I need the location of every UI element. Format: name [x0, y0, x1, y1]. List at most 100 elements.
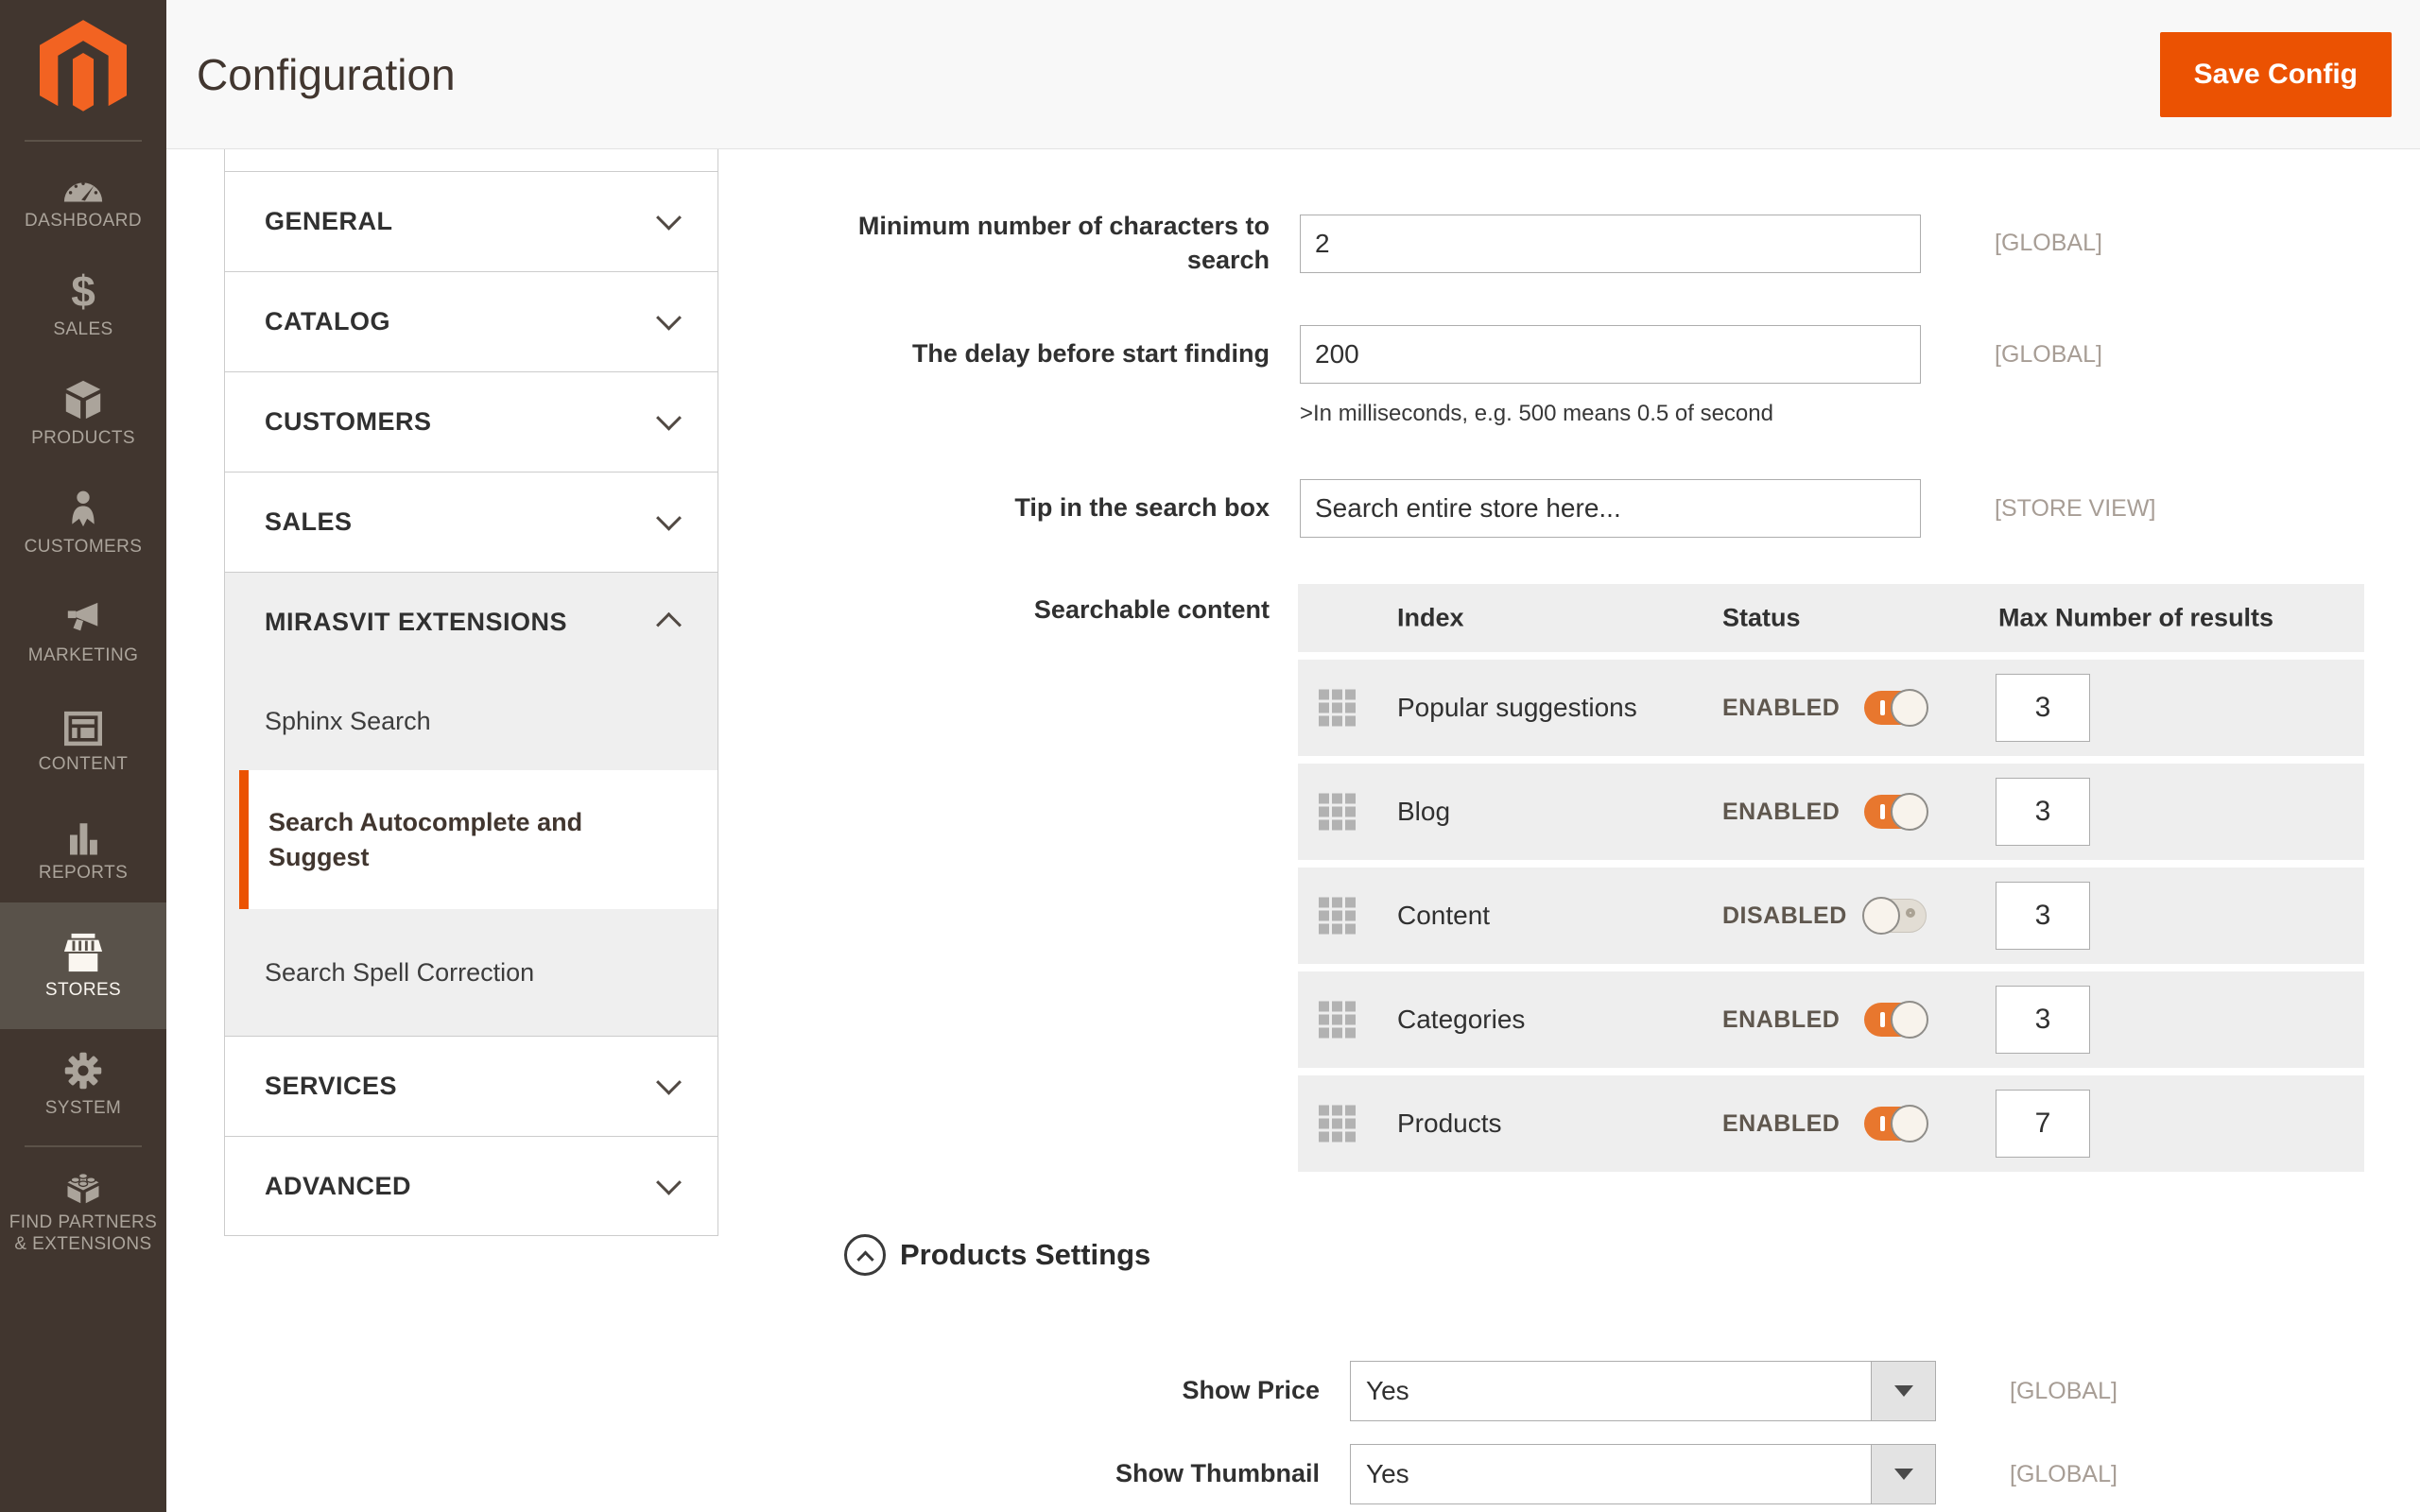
- scope-badge: [STORE VIEW]: [1995, 495, 2155, 523]
- max-results-input[interactable]: [1996, 674, 2090, 742]
- config-section-nav: GENERAL CATALOG CUSTOMERS SALES MIRASVIT…: [224, 149, 718, 1236]
- sidebar-item-marketing[interactable]: MARKETING: [0, 576, 166, 685]
- show-price-select[interactable]: Yes: [1350, 1361, 1936, 1421]
- system-icon: [62, 1048, 104, 1091]
- field-label: The delay before start finding: [822, 337, 1270, 371]
- sidebar-item-reports[interactable]: REPORTS: [0, 794, 166, 902]
- drag-handle-icon[interactable]: [1319, 1002, 1356, 1039]
- show-thumbnail-select[interactable]: Yes: [1350, 1444, 1936, 1504]
- drag-handle-icon[interactable]: [1319, 794, 1356, 831]
- section-title: Products Settings: [900, 1238, 1150, 1272]
- form-row-min-characters: Minimum number of characters to search […: [822, 210, 2102, 277]
- sidebar-item-label: SALES: [53, 319, 112, 341]
- table-row-popular-suggestions: Popular suggestions ENABLED: [1298, 660, 2364, 756]
- sidebar-item-products[interactable]: PRODUCTS: [0, 359, 166, 468]
- max-results-input[interactable]: [1996, 882, 2090, 950]
- status-toggle[interactable]: [1864, 795, 1927, 829]
- sidebar-item-label: MARKETING: [28, 645, 139, 667]
- drag-handle-icon[interactable]: [1319, 690, 1356, 727]
- status-text: ENABLED: [1722, 1110, 1847, 1138]
- selected-value: Yes: [1366, 1376, 1409, 1406]
- status-toggle[interactable]: [1864, 691, 1927, 725]
- field-label: Tip in the search box: [822, 491, 1270, 525]
- status-toggle[interactable]: [1864, 1107, 1927, 1141]
- column-header-index: Index: [1397, 604, 1464, 633]
- sidebar-item-find-partners[interactable]: FIND PARTNERS & EXTENSIONS: [0, 1155, 166, 1263]
- partners-icon: [61, 1162, 105, 1206]
- chevron-down-icon: [656, 405, 682, 431]
- customers-icon: [64, 487, 102, 530]
- drag-handle-icon[interactable]: [1319, 898, 1356, 935]
- status-toggle[interactable]: [1864, 1003, 1927, 1037]
- sidebar-item-label: DASHBOARD: [25, 211, 142, 232]
- status-text: ENABLED: [1722, 799, 1847, 826]
- products-icon: [61, 378, 105, 421]
- index-name: Categories: [1397, 1005, 1525, 1035]
- nav-section-mirasvit-extensions-group: MIRASVIT EXTENSIONS Sphinx Search Search…: [225, 572, 717, 1036]
- nav-section-mirasvit-extensions[interactable]: MIRASVIT EXTENSIONS: [225, 572, 717, 672]
- column-header-status: Status: [1722, 604, 1801, 633]
- status-toggle[interactable]: [1864, 899, 1927, 933]
- delay-input[interactable]: [1300, 325, 1921, 384]
- form-row-search-tip: Tip in the search box [STORE VIEW]: [822, 479, 2155, 538]
- products-settings-heading: Products Settings: [844, 1234, 1150, 1276]
- sidebar-item-label: SYSTEM: [45, 1098, 122, 1120]
- dropdown-arrow-icon: [1871, 1445, 1935, 1503]
- form-row-show-thumbnail: Show Thumbnail Yes [GLOBAL]: [822, 1444, 2118, 1504]
- nav-item-search-spell-correction[interactable]: Search Spell Correction: [225, 909, 717, 1036]
- sidebar-item-label: STORES: [45, 980, 121, 1002]
- magento-logo[interactable]: [0, 0, 166, 140]
- sidebar-item-label: FIND PARTNERS & EXTENSIONS: [8, 1212, 159, 1256]
- sidebar-item-label: CONTENT: [39, 754, 129, 776]
- sidebar-item-system[interactable]: SYSTEM: [0, 1029, 166, 1138]
- index-name: Content: [1397, 901, 1490, 931]
- sidebar-item-label: PRODUCTS: [31, 428, 135, 450]
- content-icon: [62, 704, 104, 747]
- max-results-input[interactable]: [1996, 778, 2090, 846]
- nav-section-advanced[interactable]: ADVANCED: [225, 1136, 717, 1236]
- nav-section-general[interactable]: GENERAL: [225, 171, 717, 271]
- drag-handle-icon[interactable]: [1319, 1106, 1356, 1143]
- sidebar-divider: [25, 1145, 142, 1147]
- nav-section-sales[interactable]: SALES: [225, 472, 717, 572]
- max-results-input[interactable]: [1996, 986, 2090, 1054]
- sidebar-item-label: REPORTS: [39, 863, 128, 885]
- index-name: Blog: [1397, 797, 1450, 827]
- chevron-down-icon: [656, 305, 682, 331]
- nav-section-services[interactable]: SERVICES: [225, 1036, 717, 1136]
- nav-item-sphinx-search[interactable]: Sphinx Search: [225, 672, 717, 770]
- collapse-section-icon[interactable]: [844, 1234, 886, 1276]
- scope-badge: [GLOBAL]: [1995, 341, 2102, 369]
- min-characters-input[interactable]: [1300, 215, 1921, 273]
- max-results-input[interactable]: [1996, 1090, 2090, 1158]
- chevron-down-icon: [656, 1169, 682, 1194]
- search-tip-input[interactable]: [1300, 479, 1921, 538]
- scope-badge: [GLOBAL]: [2010, 1461, 2118, 1488]
- searchable-content-table: Index Status Max Number of results Popul…: [1298, 584, 2364, 1172]
- page-title: Configuration: [197, 49, 456, 100]
- field-label: Show Price: [822, 1374, 1320, 1408]
- sidebar-item-dashboard[interactable]: DASHBOARD: [0, 142, 166, 250]
- stores-icon: [61, 930, 105, 973]
- status-text: ENABLED: [1722, 1006, 1847, 1034]
- selected-value: Yes: [1366, 1459, 1409, 1489]
- table-header-row: Index Status Max Number of results: [1298, 584, 2364, 652]
- sidebar-item-customers[interactable]: CUSTOMERS: [0, 468, 166, 576]
- field-label: Show Thumbnail: [822, 1457, 1320, 1491]
- page-header: Configuration Save Config: [166, 0, 2420, 149]
- sidebar-item-sales[interactable]: $ SALES: [0, 250, 166, 359]
- table-row-categories: Categories ENABLED: [1298, 971, 2364, 1068]
- chevron-down-icon: [656, 1070, 682, 1095]
- sidebar-item-content[interactable]: CONTENT: [0, 685, 166, 794]
- save-config-button[interactable]: Save Config: [2160, 32, 2392, 117]
- sidebar-item-label: CUSTOMERS: [25, 537, 143, 558]
- field-note: >In milliseconds, e.g. 500 means 0.5 of …: [1300, 401, 1773, 427]
- dashboard-icon: [61, 161, 105, 204]
- reports-icon: [63, 813, 103, 856]
- nav-section-customers[interactable]: CUSTOMERS: [225, 371, 717, 472]
- sidebar-item-stores[interactable]: STORES: [0, 902, 166, 1029]
- scope-badge: [GLOBAL]: [1995, 230, 2102, 257]
- table-row-products: Products ENABLED: [1298, 1075, 2364, 1172]
- nav-section-catalog[interactable]: CATALOG: [225, 271, 717, 371]
- nav-item-search-autocomplete-and-suggest[interactable]: Search Autocomplete and Suggest: [239, 770, 717, 909]
